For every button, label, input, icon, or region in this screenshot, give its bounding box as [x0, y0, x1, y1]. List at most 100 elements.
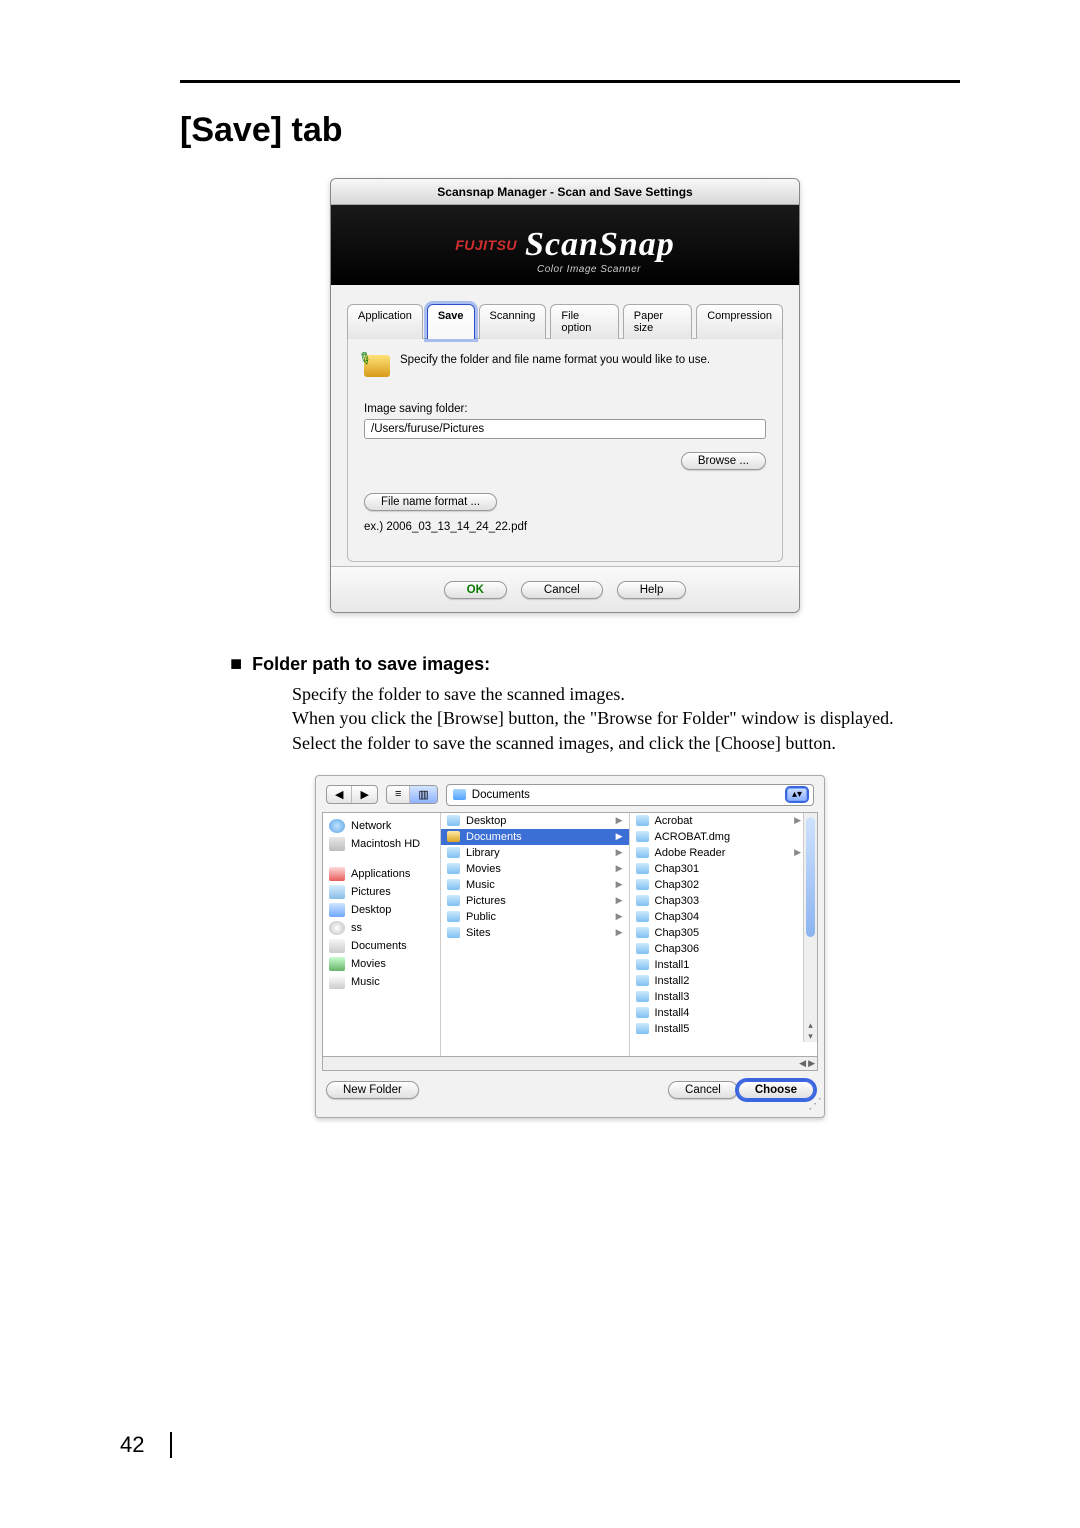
sidebar-item-applications[interactable]: Applications	[323, 865, 440, 883]
folder-icon	[447, 879, 460, 890]
cancel-button[interactable]: Cancel	[521, 581, 603, 599]
sidebar-item-ss[interactable]: ss	[323, 919, 440, 937]
file-icon	[636, 863, 649, 874]
list-item[interactable]: Adobe Reader▶	[630, 845, 818, 861]
list-item[interactable]: ACROBAT.dmg	[630, 829, 818, 845]
disk-icon	[329, 837, 345, 851]
folder-icon	[364, 355, 390, 377]
file-icon	[636, 927, 649, 938]
list-item[interactable]: Chap301	[630, 861, 818, 877]
tab-application[interactable]: Application	[347, 304, 423, 339]
browse-footer: New Folder Cancel Choose	[316, 1071, 824, 1099]
scroll-arrows[interactable]: ▴▾	[804, 1020, 817, 1042]
paragraph: Select the folder to save the scanned im…	[292, 731, 960, 755]
list-item[interactable]: Install4	[630, 1005, 818, 1021]
chevron-right-icon: ▶	[616, 927, 623, 938]
sidebar-item-desktop[interactable]: Desktop	[323, 901, 440, 919]
list-item[interactable]: Chap303	[630, 893, 818, 909]
column-2: Acrobat▶ACROBAT.dmgAdobe Reader▶Chap301C…	[630, 813, 818, 1056]
choose-button[interactable]: Choose	[738, 1081, 814, 1099]
tabs-area: Application Save Scanning File option Pa…	[331, 285, 799, 566]
scrollbar-vertical[interactable]: ▴▾	[803, 813, 817, 1042]
list-item[interactable]: Pictures▶	[441, 893, 629, 909]
subsection-title: Folder path to save images:	[230, 653, 960, 676]
list-item[interactable]: Install1	[630, 957, 818, 973]
help-button[interactable]: Help	[617, 581, 687, 599]
file-icon	[636, 975, 649, 986]
list-item[interactable]: Install5	[630, 1021, 818, 1037]
path-dropdown[interactable]: Documents ▴▾	[446, 784, 814, 806]
list-item[interactable]: Chap302	[630, 877, 818, 893]
folder-path-field[interactable]: /Users/furuse/Pictures	[364, 419, 766, 439]
dropdown-arrow-icon[interactable]: ▴▾	[787, 788, 807, 801]
chevron-right-icon: ▶	[616, 879, 623, 890]
sidebar-item-network[interactable]: Network	[323, 817, 440, 835]
list-item[interactable]: Install2	[630, 973, 818, 989]
back-icon[interactable]: ◀	[327, 786, 352, 803]
column-view: Network Macintosh HD Applications Pictur…	[322, 812, 818, 1057]
tab-instruction: Specify the folder and file name format …	[400, 353, 710, 369]
pictures-icon	[329, 885, 345, 899]
file-icon	[636, 943, 649, 954]
tab-paper-size[interactable]: Paper size	[623, 304, 692, 339]
folder-icon	[447, 847, 460, 858]
list-view-icon[interactable]: ≡	[387, 786, 410, 803]
column-view-icon[interactable]: ▥	[410, 786, 436, 803]
list-item[interactable]: Library▶	[441, 845, 629, 861]
chevron-right-icon: ▶	[794, 815, 801, 826]
tab-file-option[interactable]: File option	[550, 304, 618, 339]
sidebar-item-documents[interactable]: Documents	[323, 937, 440, 955]
file-name-format-button[interactable]: File name format ...	[364, 493, 497, 511]
column-1: Desktop▶Documents▶Library▶Movies▶Music▶P…	[441, 813, 630, 1056]
file-icon	[636, 847, 649, 858]
sidebar-item-music[interactable]: Music	[323, 973, 440, 991]
list-item[interactable]: Install3	[630, 989, 818, 1005]
browse-cancel-button[interactable]: Cancel	[668, 1081, 738, 1099]
chevron-right-icon: ▶	[616, 815, 623, 826]
list-item[interactable]: Public▶	[441, 909, 629, 925]
browse-dialog-wrap: ◀ ▶ ≡ ▥ Documents ▴▾ Network Macintosh	[315, 775, 825, 1118]
view-mode-segment[interactable]: ≡ ▥	[386, 785, 438, 804]
sidebar-item-movies[interactable]: Movies	[323, 955, 440, 973]
file-icon	[636, 911, 649, 922]
brand-banner: FUJITSU ScanSnap Color Image Scanner	[331, 205, 799, 285]
paragraph: Specify the folder to save the scanned i…	[292, 682, 960, 706]
file-icon	[636, 991, 649, 1002]
desktop-icon	[329, 903, 345, 917]
scroll-thumb[interactable]	[806, 817, 815, 937]
movies-icon	[329, 957, 345, 971]
music-icon	[329, 975, 345, 989]
horizontal-rule	[180, 80, 960, 83]
folder-label: Image saving folder:	[364, 403, 766, 415]
list-item[interactable]: Chap306	[630, 941, 818, 957]
tab-compression[interactable]: Compression	[696, 304, 783, 339]
file-icon	[636, 959, 649, 970]
list-item[interactable]: Music▶	[441, 877, 629, 893]
ok-button[interactable]: OK	[444, 581, 507, 599]
tab-save[interactable]: Save	[427, 304, 475, 339]
resize-grip-icon[interactable]: ⋰	[316, 1099, 824, 1107]
list-item[interactable]: Desktop▶	[441, 813, 629, 829]
list-item[interactable]: Sites▶	[441, 925, 629, 941]
settings-dialog-wrap: Scansnap Manager - Scan and Save Setting…	[330, 178, 810, 613]
tab-scanning[interactable]: Scanning	[479, 304, 547, 339]
forward-icon[interactable]: ▶	[352, 786, 376, 803]
chevron-right-icon: ▶	[794, 847, 801, 858]
folder-icon	[447, 895, 460, 906]
documents-icon	[329, 939, 345, 953]
browse-button[interactable]: Browse ...	[681, 452, 766, 470]
sidebar-item-pictures[interactable]: Pictures	[323, 883, 440, 901]
list-item[interactable]: Chap305	[630, 925, 818, 941]
list-item[interactable]: Movies▶	[441, 861, 629, 877]
scrollbar-horizontal[interactable]: ◀▶	[322, 1057, 818, 1071]
new-folder-button[interactable]: New Folder	[326, 1081, 419, 1099]
path-dropdown-label: Documents	[472, 789, 530, 801]
list-item[interactable]: Chap304	[630, 909, 818, 925]
page-number: 42	[120, 1432, 172, 1458]
nav-back-forward[interactable]: ◀ ▶	[326, 785, 378, 804]
list-item[interactable]: Acrobat▶	[630, 813, 818, 829]
brand-fujitsu: FUJITSU	[455, 237, 517, 253]
applications-icon	[329, 867, 345, 881]
list-item[interactable]: Documents▶	[441, 829, 629, 845]
sidebar-item-macintosh-hd[interactable]: Macintosh HD	[323, 835, 440, 853]
